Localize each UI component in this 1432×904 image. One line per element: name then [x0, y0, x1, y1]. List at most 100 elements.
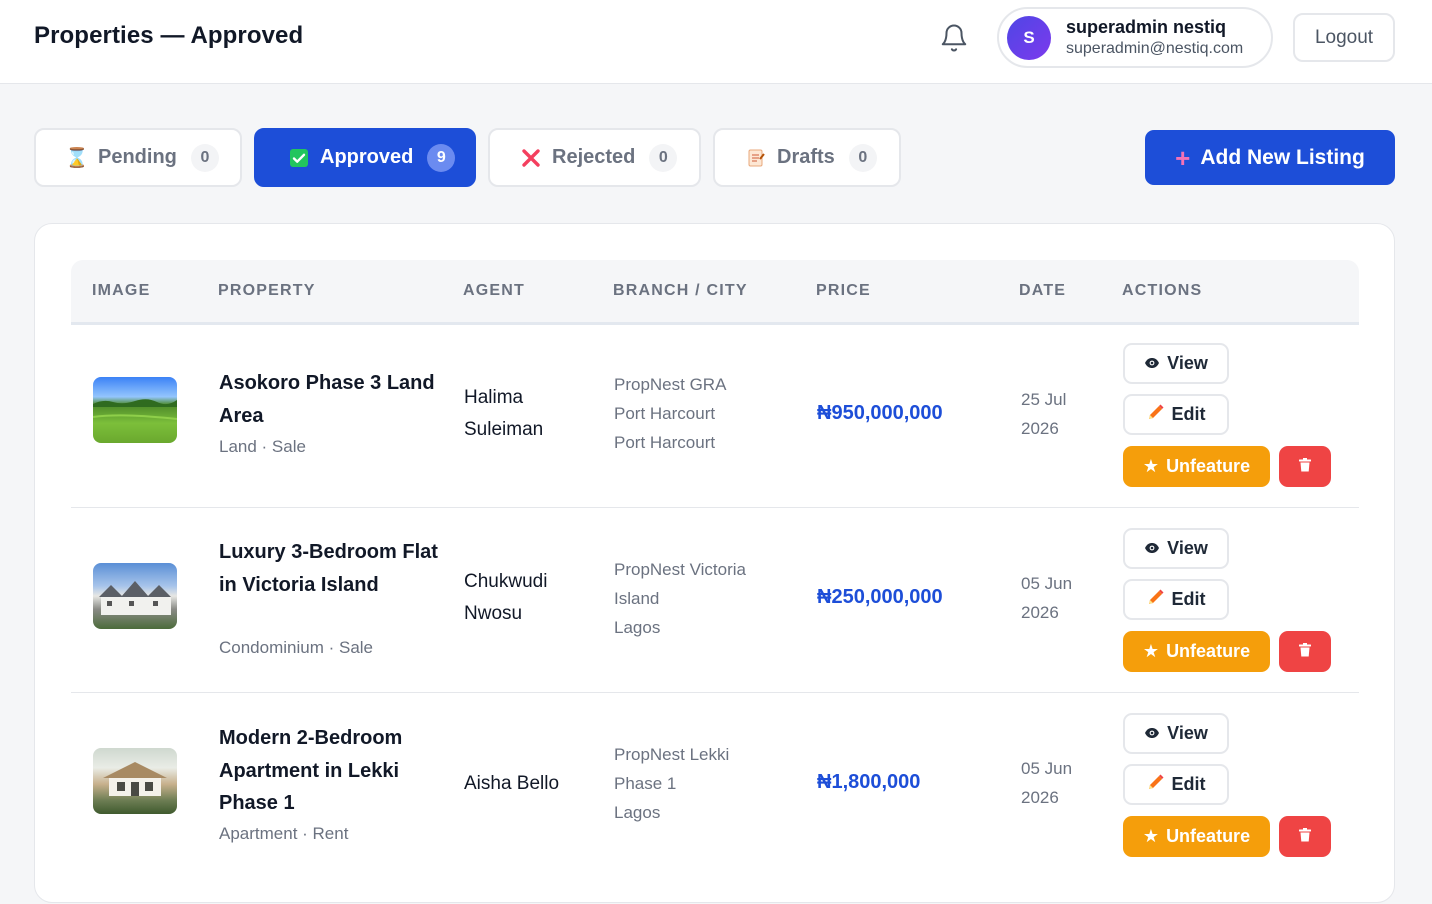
- column-header-price: Price: [816, 282, 871, 299]
- column-header-date: Date: [1019, 282, 1067, 299]
- property-title[interactable]: Modern 2-Bedroom Apartment in Lekki Phas…: [219, 722, 439, 820]
- branch-line: Island: [614, 589, 660, 608]
- column-header-branch-city: Branch / City: [613, 282, 748, 299]
- cross-mark-icon: [520, 148, 542, 168]
- plus-icon: +: [1175, 142, 1191, 173]
- edit-button[interactable]: Edit: [1123, 394, 1229, 435]
- column-header-actions: Actions: [1122, 282, 1203, 299]
- unfeature-label: Unfeature: [1166, 456, 1251, 476]
- add-new-listing-button[interactable]: + Add New Listing: [1145, 130, 1395, 185]
- property-price: ₦1,800,000: [817, 771, 921, 793]
- hourglass-icon: ⌛: [65, 147, 89, 169]
- unfeature-label: Unfeature: [1166, 641, 1251, 661]
- property-meta: Apartment · Rent: [219, 824, 349, 843]
- table-row: Modern 2-Bedroom Apartment in Lekki Phas…: [71, 693, 1359, 904]
- edit-label: Edit: [1171, 404, 1206, 424]
- listing-date: 05 Jun 2026: [1021, 574, 1073, 622]
- property-title[interactable]: Asokoro Phase 3 Land Area: [219, 367, 439, 432]
- table-row: Luxury 3-Bedroom Flat in Victoria Island…: [71, 508, 1359, 693]
- user-name: superadmin nestiq: [1066, 17, 1227, 37]
- branch-city: PropNest Victoria Island Lagos: [614, 555, 794, 642]
- delete-button[interactable]: [1279, 631, 1331, 672]
- tab-pending[interactable]: ⌛ Pending 0: [34, 128, 242, 187]
- properties-table-card: Image Property Agent Branch / City Price…: [34, 223, 1395, 903]
- unfeature-label: Unfeature: [1166, 826, 1251, 846]
- tab-drafts[interactable]: Drafts 0: [713, 128, 901, 187]
- edit-button[interactable]: Edit: [1123, 579, 1229, 620]
- column-header-property: Property: [218, 282, 316, 299]
- view-button[interactable]: View: [1123, 343, 1229, 384]
- eye-icon: [1144, 538, 1160, 559]
- unfeature-button[interactable]: ★ Unfeature: [1123, 816, 1270, 857]
- star-icon: ★: [1142, 826, 1160, 846]
- eye-icon: [1144, 353, 1160, 374]
- unfeature-button[interactable]: ★ Unfeature: [1123, 446, 1270, 487]
- tab-approved[interactable]: Approved 9: [254, 128, 476, 187]
- listing-date: 25 Jul 2026: [1021, 390, 1067, 438]
- property-price: ₦250,000,000: [817, 586, 943, 608]
- property-meta: Land · Sale: [219, 437, 306, 456]
- property-meta: Condominium · Sale: [219, 638, 374, 657]
- view-label: View: [1167, 353, 1208, 373]
- agent-name: Aisha Bello: [464, 773, 560, 794]
- property-title[interactable]: Luxury 3-Bedroom Flat in Victoria Island: [219, 536, 439, 601]
- branch-city: PropNest GRA Port Harcourt Port Harcourt: [614, 370, 794, 457]
- star-icon: ★: [1142, 641, 1160, 661]
- tab-count: 0: [190, 143, 219, 172]
- logout-button[interactable]: Logout: [1293, 13, 1395, 62]
- avatar: S: [1007, 16, 1051, 60]
- property-thumbnail[interactable]: [93, 748, 177, 814]
- edit-label: Edit: [1171, 774, 1206, 794]
- branch-line: Port Harcourt: [614, 404, 716, 423]
- pencil-icon: [1147, 773, 1165, 796]
- agent-name: Chukwudi Nwosu: [464, 571, 548, 624]
- property-thumbnail[interactable]: [93, 563, 177, 629]
- top-bar: Properties — Approved S superadmin nesti…: [0, 0, 1432, 84]
- tab-label: Drafts: [777, 146, 835, 168]
- trash-icon: [1299, 826, 1311, 847]
- city-line: Lagos: [614, 618, 661, 637]
- column-header-image: Image: [92, 282, 151, 299]
- view-button[interactable]: View: [1123, 528, 1229, 569]
- pencil-icon: [1147, 588, 1165, 611]
- table-row: Asokoro Phase 3 Land Area Land · Sale Ha…: [71, 324, 1359, 508]
- notifications-bell-icon[interactable]: [938, 22, 970, 54]
- tab-count: 0: [649, 143, 678, 172]
- edit-button[interactable]: Edit: [1123, 764, 1229, 805]
- table-header: Image Property Agent Branch / City Price…: [71, 260, 1359, 325]
- listing-date: 05 Jun 2026: [1021, 759, 1073, 807]
- tab-label: Pending: [98, 146, 177, 168]
- branch-line: PropNest Victoria: [614, 560, 746, 579]
- branch-city: PropNest Lekki Phase 1 Lagos: [614, 740, 794, 827]
- tab-label: Approved: [320, 146, 414, 168]
- edit-label: Edit: [1171, 589, 1206, 609]
- branch-line: PropNest Lekki: [614, 745, 730, 764]
- tab-count: 0: [848, 143, 877, 172]
- tab-count: 9: [427, 143, 456, 172]
- column-header-agent: Agent: [463, 282, 525, 299]
- city-line: Lagos: [614, 803, 661, 822]
- branch-line: Phase 1: [614, 774, 677, 793]
- check-box-icon: [288, 148, 310, 168]
- view-label: View: [1167, 723, 1208, 743]
- branch-line: PropNest GRA: [614, 375, 727, 394]
- star-icon: ★: [1142, 456, 1160, 476]
- property-price: ₦950,000,000: [817, 402, 943, 424]
- user-email: superadmin@nestiq.com: [1066, 40, 1244, 57]
- user-profile[interactable]: S superadmin nestiq superadmin@nestiq.co…: [997, 7, 1273, 68]
- unfeature-button[interactable]: ★ Unfeature: [1123, 631, 1270, 672]
- tab-rejected[interactable]: Rejected 0: [488, 128, 701, 187]
- tab-label: Rejected: [552, 146, 636, 168]
- memo-icon: [745, 148, 767, 168]
- add-new-listing-label: Add New Listing: [1200, 145, 1365, 169]
- property-thumbnail[interactable]: [93, 377, 177, 443]
- eye-icon: [1144, 723, 1160, 744]
- trash-icon: [1299, 456, 1311, 477]
- trash-icon: [1299, 641, 1311, 662]
- pencil-icon: [1147, 403, 1165, 426]
- agent-name: Halima Suleiman: [464, 387, 544, 440]
- view-button[interactable]: View: [1123, 713, 1229, 754]
- city-line: Port Harcourt: [614, 433, 716, 452]
- delete-button[interactable]: [1279, 816, 1331, 857]
- delete-button[interactable]: [1279, 446, 1331, 487]
